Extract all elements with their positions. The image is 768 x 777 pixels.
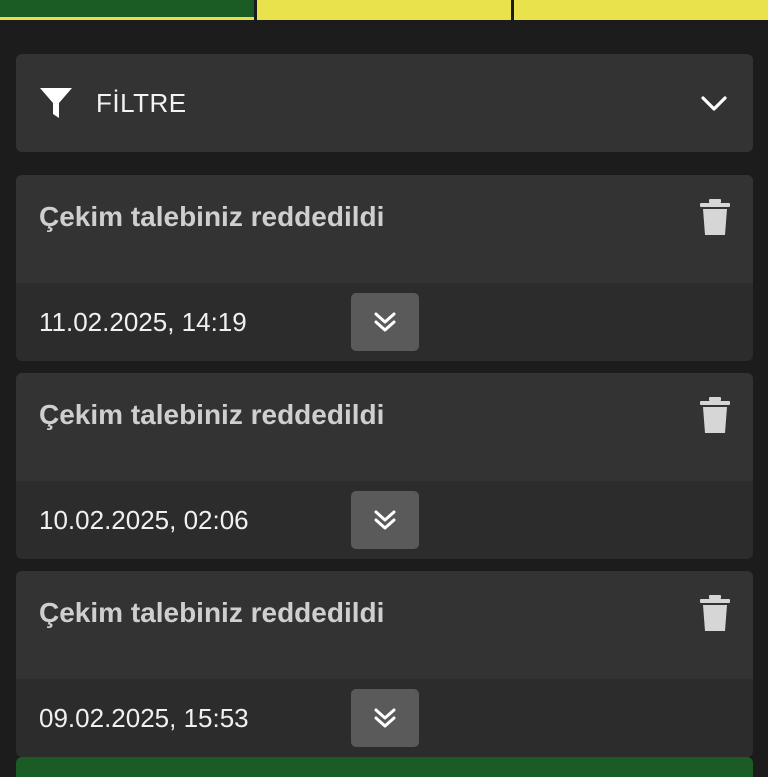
notification-card: Çekim talebiniz reddedildi 09.02.2025, 1… xyxy=(16,571,753,757)
notification-title: Çekim talebiniz reddedildi xyxy=(39,201,385,232)
trash-icon[interactable] xyxy=(697,197,733,237)
notification-date: 11.02.2025, 14:19 xyxy=(39,307,247,337)
notification-header: Çekim talebiniz reddedildi xyxy=(16,571,753,679)
double-chevron-down-icon xyxy=(374,708,396,728)
notification-date: 10.02.2025, 02:06 xyxy=(39,505,249,535)
chevron-down-icon[interactable] xyxy=(699,88,729,118)
trash-icon[interactable] xyxy=(697,593,733,633)
double-chevron-down-icon xyxy=(374,312,396,332)
expand-button[interactable] xyxy=(351,491,419,549)
notification-title: Çekim talebiniz reddedildi xyxy=(39,597,385,628)
tab-strip xyxy=(0,0,768,20)
tab-2[interactable] xyxy=(257,0,511,20)
notification-footer: 09.02.2025, 15:53 xyxy=(16,679,753,757)
filter-toggle[interactable]: FİLTRE xyxy=(16,54,753,152)
notification-title: Çekim talebiniz reddedildi xyxy=(39,399,385,430)
notification-date: 09.02.2025, 15:53 xyxy=(39,703,249,733)
notification-card: Çekim talebiniz reddedildi 10.02.2025, 0… xyxy=(16,373,753,559)
trash-icon[interactable] xyxy=(697,395,733,435)
funnel-icon xyxy=(38,85,74,121)
tab-1[interactable] xyxy=(0,0,254,20)
notification-header: Çekim talebiniz reddedildi xyxy=(16,373,753,481)
notification-header: Çekim talebiniz reddedildi xyxy=(16,175,753,283)
notification-footer: 11.02.2025, 14:19 xyxy=(16,283,753,361)
double-chevron-down-icon xyxy=(374,510,396,530)
expand-button[interactable] xyxy=(351,293,419,351)
next-item-strip xyxy=(16,757,753,777)
notification-footer: 10.02.2025, 02:06 xyxy=(16,481,753,559)
notification-card: Çekim talebiniz reddedildi 11.02.2025, 1… xyxy=(16,175,753,361)
tab-3[interactable] xyxy=(514,0,768,20)
expand-button[interactable] xyxy=(351,689,419,747)
filter-label: FİLTRE xyxy=(96,87,187,118)
